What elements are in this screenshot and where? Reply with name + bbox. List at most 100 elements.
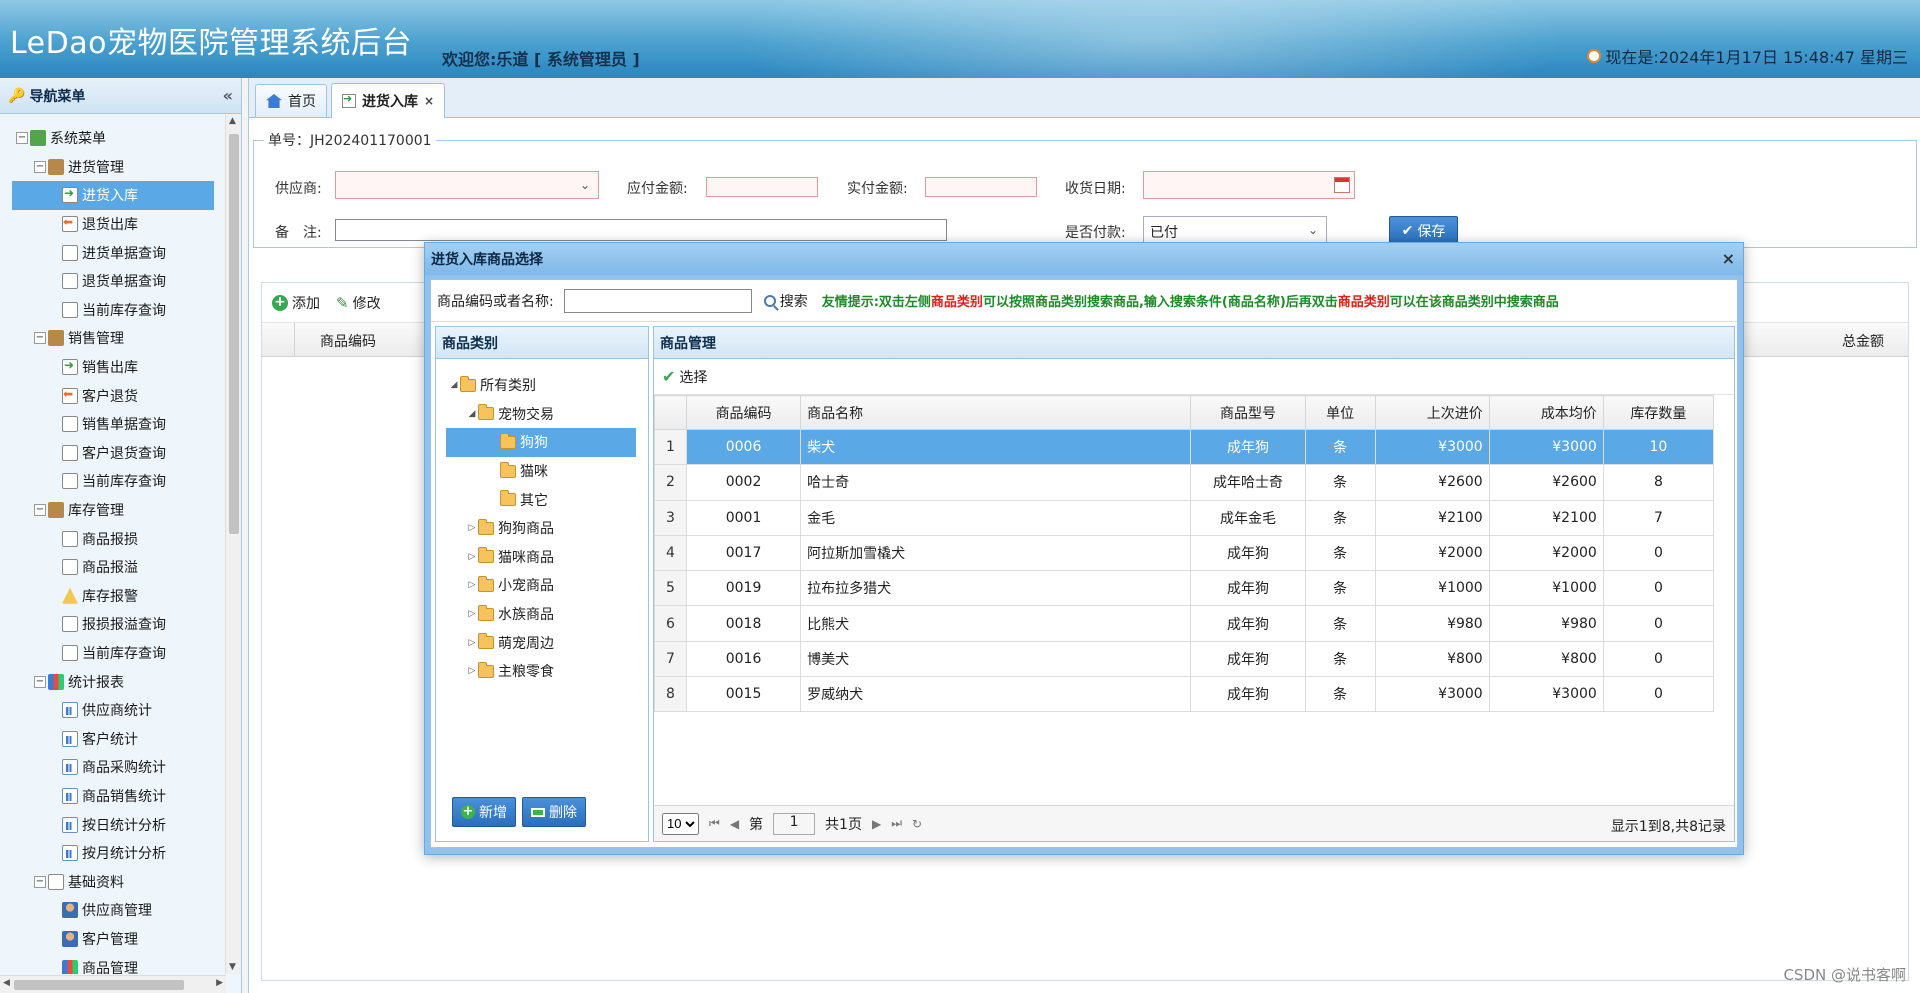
edit-button[interactable]: ✎ 修改: [336, 293, 381, 313]
column-header[interactable]: 成本均价: [1488, 395, 1604, 430]
page-size-select[interactable]: 10: [662, 812, 699, 835]
collapse-toggle-icon[interactable]: −: [16, 132, 28, 145]
nav-item-sales-out[interactable]: 销售出库: [0, 353, 226, 382]
payable-input[interactable]: [706, 177, 818, 197]
nav-item-stock-query-3[interactable]: 当前库存查询: [0, 639, 226, 668]
column-header[interactable]: 商品型号: [1190, 395, 1306, 430]
expand-icon[interactable]: ◢: [448, 380, 460, 390]
nav-group-inventory[interactable]: − 库存管理: [0, 496, 226, 525]
add-category-button[interactable]: + 新增: [452, 797, 516, 827]
table-row[interactable]: 3 0001 金毛 成年金毛条 ¥2100 ¥2100 7: [653, 499, 1715, 536]
tab-home[interactable]: 首页: [255, 84, 327, 117]
collapse-toggle-icon[interactable]: −: [34, 504, 46, 517]
category-aquatic-goods[interactable]: ▷ 水族商品: [436, 600, 648, 629]
nav-item-stock-query[interactable]: 当前库存查询: [0, 296, 226, 325]
expand-icon[interactable]: ◢: [466, 409, 478, 419]
next-page-icon[interactable]: ▶: [872, 817, 881, 831]
collapsed-icon[interactable]: ▷: [466, 552, 478, 562]
scroll-left-icon[interactable]: ◀: [3, 978, 10, 988]
collapse-toggle-icon[interactable]: −: [34, 875, 46, 888]
nav-item-customer-return[interactable]: 客户退货: [0, 381, 226, 410]
nav-item-customer-stats[interactable]: 客户统计: [0, 724, 226, 753]
add-button[interactable]: + 添加: [272, 293, 320, 313]
nav-item-sales-stats[interactable]: 商品销售统计: [0, 782, 226, 811]
scroll-down-icon[interactable]: ▼: [229, 962, 236, 972]
nav-group-reports[interactable]: − 统计报表: [0, 667, 226, 696]
collapse-toggle-icon[interactable]: −: [34, 675, 46, 688]
collapsed-icon[interactable]: ▷: [466, 523, 478, 533]
nav-item-supplier-mgmt[interactable]: 供应商管理: [0, 896, 226, 925]
tree-root[interactable]: − 系统菜单: [0, 124, 226, 153]
nav-group-sales[interactable]: − 销售管理: [0, 324, 226, 353]
column-header[interactable]: 库存数量: [1602, 395, 1715, 430]
nav-group-basic-data[interactable]: − 基础资料: [0, 867, 226, 896]
collapse-toggle-icon[interactable]: −: [34, 332, 46, 345]
nav-group-purchase[interactable]: − 进货管理: [0, 153, 226, 182]
table-row[interactable]: 1 0006 柴犬 成年狗条 ¥3000 ¥3000 10: [653, 428, 1715, 466]
delete-category-button[interactable]: 删除: [522, 797, 586, 827]
is-paid-select[interactable]: 已付 ⌄: [1143, 216, 1327, 244]
nav-item-sales-query[interactable]: 销售单据查询: [0, 410, 226, 439]
nav-item-purchase-stats[interactable]: 商品采购统计: [0, 753, 226, 782]
chevron-down-icon[interactable]: ⌄: [572, 172, 598, 198]
column-header-total[interactable]: 总金额: [1842, 331, 1884, 351]
scroll-thumb[interactable]: [14, 980, 184, 990]
nav-item-customer-return-query[interactable]: 客户退货查询: [0, 439, 226, 468]
select-button[interactable]: 选择: [679, 367, 707, 387]
table-row[interactable]: 5 0019 拉布拉多猎犬 成年狗条 ¥1000 ¥1000 0: [653, 570, 1715, 607]
prev-page-icon[interactable]: ◀: [730, 817, 739, 831]
nav-item-customer-mgmt[interactable]: 客户管理: [0, 925, 226, 954]
nav-item-damage-query[interactable]: 报损报溢查询: [0, 610, 226, 639]
column-header[interactable]: 商品编码: [686, 395, 802, 430]
category-cat-goods[interactable]: ▷ 猫咪商品: [436, 543, 648, 572]
table-row[interactable]: 2 0002 哈士奇 成年哈士奇条 ¥2600 ¥2600 8: [653, 464, 1715, 501]
category-cat[interactable]: 猫咪: [436, 457, 648, 486]
nav-item-purchase-return[interactable]: 退货出库: [0, 210, 226, 239]
category-root[interactable]: ◢ 所有类别: [436, 371, 648, 400]
nav-item-stock-alarm[interactable]: 库存报警: [0, 582, 226, 611]
chevron-down-icon[interactable]: ⌄: [1300, 217, 1326, 243]
column-header-code[interactable]: 商品编码: [320, 331, 376, 351]
table-row[interactable]: 7 0016 博美犬 成年狗条 ¥800 ¥800 0: [653, 640, 1715, 678]
supplier-select[interactable]: ⌄: [335, 171, 599, 199]
remark-input[interactable]: [335, 219, 947, 241]
nav-item-purchase-query[interactable]: 进货单据查询: [0, 238, 226, 267]
last-page-icon[interactable]: ⏭: [891, 816, 902, 831]
close-tab-icon[interactable]: ×: [424, 94, 434, 108]
collapsed-icon[interactable]: ▷: [466, 638, 478, 648]
category-dog-goods[interactable]: ▷ 狗狗商品: [436, 514, 648, 543]
nav-item-purchase-in[interactable]: 进货入库: [12, 181, 214, 210]
nav-item-stock-query-2[interactable]: 当前库存查询: [0, 467, 226, 496]
sidebar-vertical-scrollbar[interactable]: ▲ ▼: [225, 114, 241, 974]
column-header[interactable]: 商品名称: [800, 395, 1192, 430]
table-row[interactable]: 8 0015 罗威纳犬 成年狗条 ¥3000 ¥3000 0: [653, 676, 1715, 713]
collapsed-icon[interactable]: ▷: [466, 609, 478, 619]
scroll-thumb[interactable]: [229, 134, 239, 534]
first-page-icon[interactable]: ⏮: [709, 816, 720, 831]
nav-item-daily-analysis[interactable]: 按日统计分析: [0, 810, 226, 839]
collapse-sidebar-button[interactable]: «: [223, 86, 233, 105]
collapsed-icon[interactable]: ▷: [466, 666, 478, 676]
tab-purchase-in[interactable]: 进货入库 ×: [331, 83, 446, 118]
nav-item-goods-mgmt[interactable]: 商品管理: [0, 953, 226, 974]
scroll-right-icon[interactable]: ▶: [216, 978, 223, 988]
dialog-titlebar[interactable]: 进货入库商品选择 ×: [425, 243, 1743, 275]
category-food-snacks[interactable]: ▷ 主粮零食: [436, 657, 648, 686]
category-pet-accessories[interactable]: ▷ 萌宠周边: [436, 628, 648, 657]
nav-item-overflow[interactable]: 商品报溢: [0, 553, 226, 582]
sidebar-horizontal-scrollbar[interactable]: ◀ ▶: [0, 975, 226, 993]
column-header[interactable]: 上次进价: [1374, 395, 1490, 430]
nav-item-return-query[interactable]: 退货单据查询: [0, 267, 226, 296]
category-small-pet-goods[interactable]: ▷ 小宠商品: [436, 571, 648, 600]
nav-item-damage[interactable]: 商品报损: [0, 524, 226, 553]
nav-item-monthly-analysis[interactable]: 按月统计分析: [0, 839, 226, 868]
table-row[interactable]: 4 0017 阿拉斯加雪橇犬 成年狗条 ¥2000 ¥2000 0: [653, 534, 1715, 572]
close-icon[interactable]: ×: [1722, 249, 1735, 268]
refresh-icon[interactable]: ↻: [912, 817, 922, 831]
category-other[interactable]: 其它: [436, 485, 648, 514]
collapsed-icon[interactable]: ▷: [466, 580, 478, 590]
scroll-up-icon[interactable]: ▲: [229, 116, 236, 126]
nav-item-supplier-stats[interactable]: 供应商统计: [0, 696, 226, 725]
page-number-input[interactable]: 1: [773, 812, 816, 835]
category-pet-trade[interactable]: ◢ 宠物交易: [436, 400, 648, 429]
